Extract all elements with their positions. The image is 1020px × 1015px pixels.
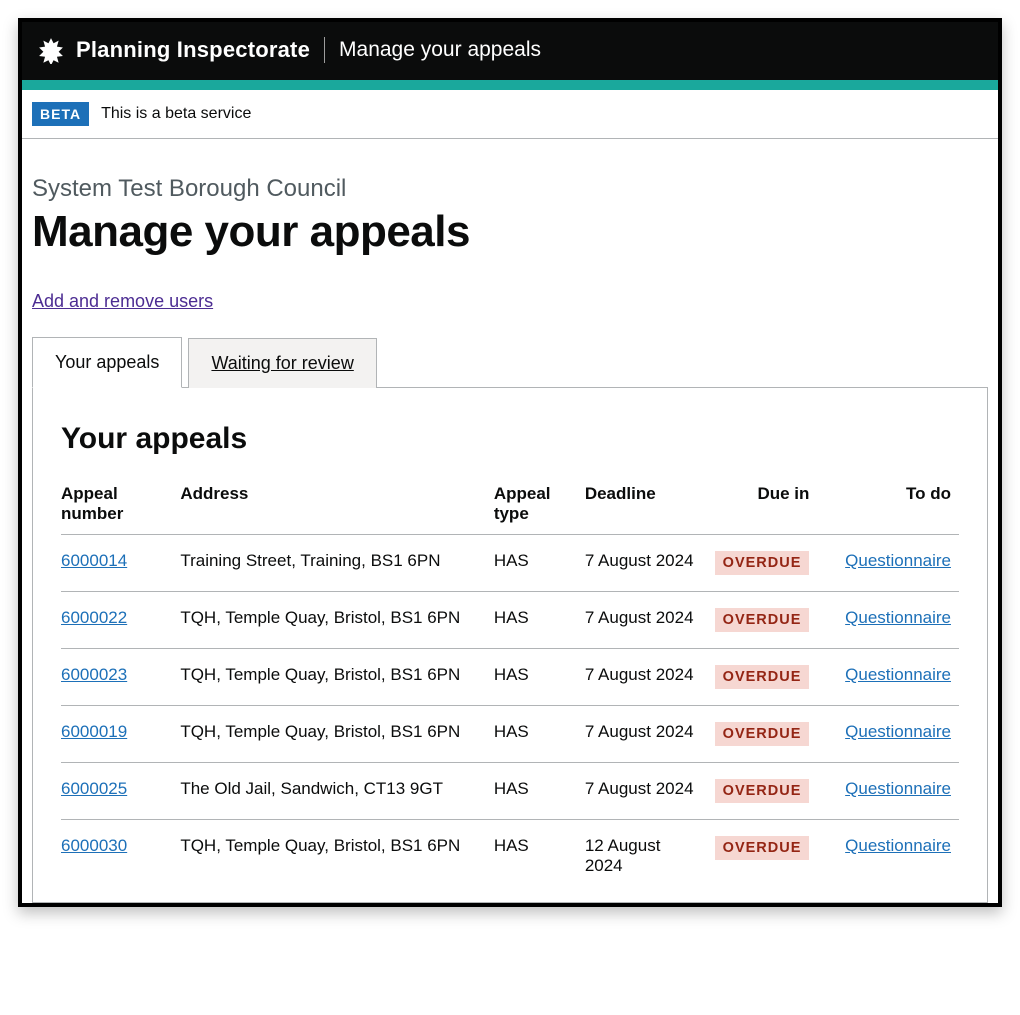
appeal-number-link[interactable]: 6000025 bbox=[61, 779, 127, 798]
table-row: 6000030 TQH, Temple Quay, Bristol, BS1 6P… bbox=[61, 820, 959, 893]
appeal-address: Training Street, Training, BS1 6PN bbox=[180, 535, 493, 592]
appeal-deadline: 7 August 2024 bbox=[585, 706, 706, 763]
beta-tag: BETA bbox=[32, 102, 89, 126]
status-badge: OVERDUE bbox=[715, 779, 810, 803]
appeal-number-link[interactable]: 6000019 bbox=[61, 722, 127, 741]
col-to-do: To do bbox=[817, 474, 959, 535]
status-badge: OVERDUE bbox=[715, 608, 810, 632]
appeal-address: TQH, Temple Quay, Bristol, BS1 6PN bbox=[180, 649, 493, 706]
appeal-deadline: 7 August 2024 bbox=[585, 763, 706, 820]
appeal-number-link[interactable]: 6000023 bbox=[61, 665, 127, 684]
add-remove-users-link[interactable]: Add and remove users bbox=[32, 291, 213, 311]
col-appeal-number: Appeal number bbox=[61, 474, 180, 535]
appeal-deadline: 7 August 2024 bbox=[585, 649, 706, 706]
table-row: 6000014 Training Street, Training, BS1 6P… bbox=[61, 535, 959, 592]
phase-banner: BETA This is a beta service bbox=[22, 90, 998, 139]
table-row: 6000023 TQH, Temple Quay, Bristol, BS1 6P… bbox=[61, 649, 959, 706]
col-due-in: Due in bbox=[706, 474, 817, 535]
appeal-type: HAS bbox=[494, 706, 585, 763]
todo-link[interactable]: Questionnaire bbox=[845, 836, 951, 855]
appeal-address: TQH, Temple Quay, Bristol, BS1 6PN bbox=[180, 592, 493, 649]
appeals-table: Appeal number Address Appeal type Deadli… bbox=[61, 474, 959, 892]
status-badge: OVERDUE bbox=[715, 551, 810, 575]
col-deadline: Deadline bbox=[585, 474, 706, 535]
tabs: Your appeals Waiting for review bbox=[32, 336, 988, 387]
tab-your-appeals[interactable]: Your appeals bbox=[32, 337, 182, 388]
phase-text: This is a beta service bbox=[101, 105, 251, 123]
appeal-type: HAS bbox=[494, 820, 585, 893]
header-divider bbox=[324, 37, 325, 63]
appeal-number-link[interactable]: 6000030 bbox=[61, 836, 127, 855]
table-row: 6000022 TQH, Temple Quay, Bristol, BS1 6P… bbox=[61, 592, 959, 649]
global-header: Planning Inspectorate Manage your appeal… bbox=[22, 22, 998, 80]
panel-heading: Your appeals bbox=[61, 422, 959, 456]
todo-link[interactable]: Questionnaire bbox=[845, 722, 951, 741]
appeal-number-link[interactable]: 6000022 bbox=[61, 608, 127, 627]
appeal-deadline: 7 August 2024 bbox=[585, 592, 706, 649]
todo-link[interactable]: Questionnaire bbox=[845, 608, 951, 627]
page-title: Manage your appeals bbox=[32, 207, 988, 257]
tab-panel-your-appeals: Your appeals Appeal number Address Appea… bbox=[32, 387, 988, 903]
status-badge: OVERDUE bbox=[715, 722, 810, 746]
appeal-address: The Old Jail, Sandwich, CT13 9GT bbox=[180, 763, 493, 820]
appeal-deadline: 7 August 2024 bbox=[585, 535, 706, 592]
status-badge: OVERDUE bbox=[715, 836, 810, 860]
appeal-type: HAS bbox=[494, 649, 585, 706]
crown-icon bbox=[34, 36, 68, 64]
accent-bar bbox=[22, 80, 998, 90]
col-appeal-type: Appeal type bbox=[494, 474, 585, 535]
status-badge: OVERDUE bbox=[715, 665, 810, 689]
table-row: 6000019 TQH, Temple Quay, Bristol, BS1 6P… bbox=[61, 706, 959, 763]
appeal-type: HAS bbox=[494, 535, 585, 592]
appeal-type: HAS bbox=[494, 763, 585, 820]
product-name: Planning Inspectorate bbox=[76, 37, 310, 63]
service-name-link[interactable]: Manage your appeals bbox=[339, 38, 541, 62]
caption: System Test Borough Council bbox=[32, 175, 988, 203]
todo-link[interactable]: Questionnaire bbox=[845, 779, 951, 798]
appeal-address: TQH, Temple Quay, Bristol, BS1 6PN bbox=[180, 820, 493, 893]
tab-waiting-for-review[interactable]: Waiting for review bbox=[188, 338, 376, 388]
table-row: 6000025 The Old Jail, Sandwich, CT13 9GTH… bbox=[61, 763, 959, 820]
appeal-number-link[interactable]: 6000014 bbox=[61, 551, 127, 570]
appeal-address: TQH, Temple Quay, Bristol, BS1 6PN bbox=[180, 706, 493, 763]
appeal-deadline: 12 August 2024 bbox=[585, 820, 706, 893]
todo-link[interactable]: Questionnaire bbox=[845, 665, 951, 684]
header-logo[interactable]: Planning Inspectorate bbox=[34, 36, 310, 64]
appeal-type: HAS bbox=[494, 592, 585, 649]
col-address: Address bbox=[180, 474, 493, 535]
todo-link[interactable]: Questionnaire bbox=[845, 551, 951, 570]
